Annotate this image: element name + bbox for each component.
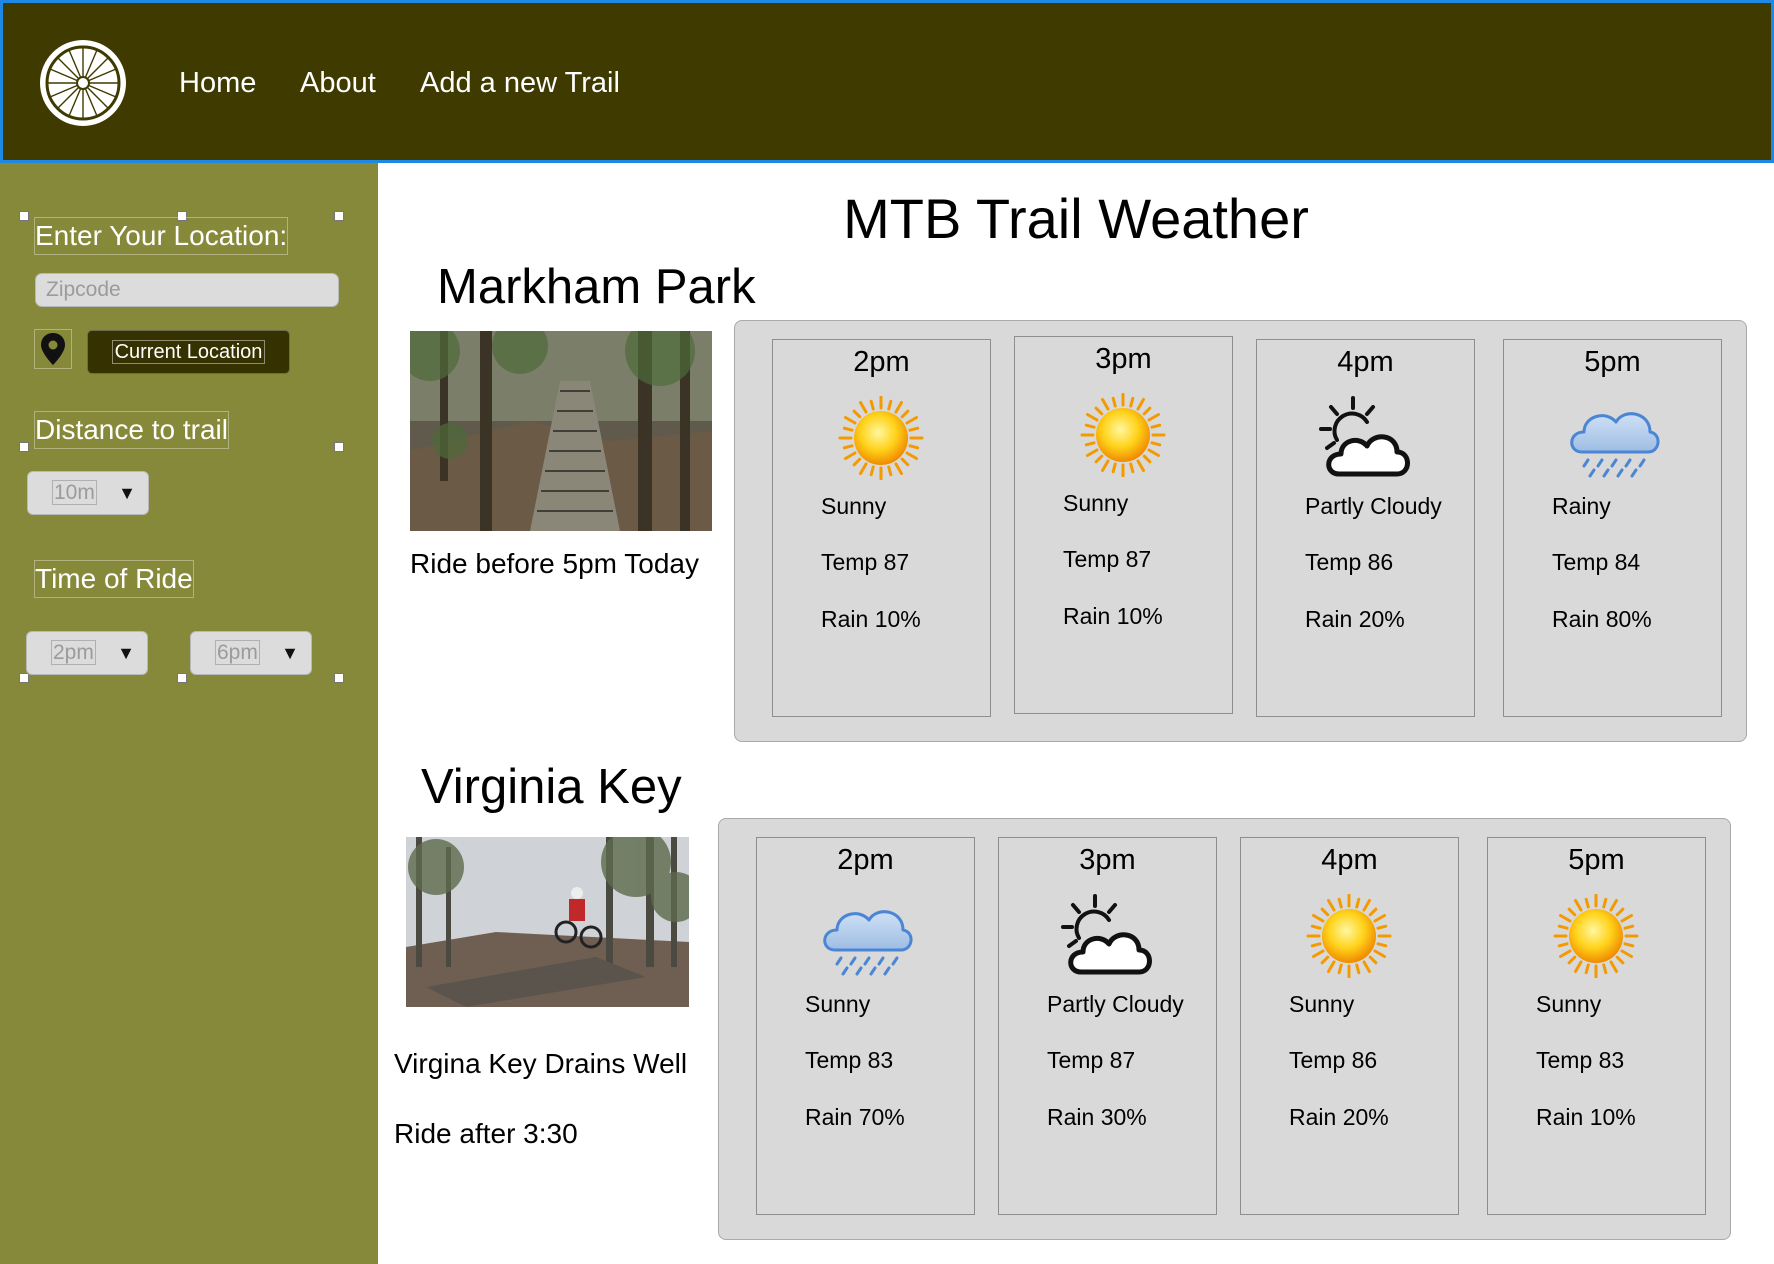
forecast-temp: Temp 86 — [1289, 1047, 1378, 1073]
forecast-card: 5pm Sunny Temp 83 Rain 10% — [1487, 837, 1706, 1215]
forecast-time: 4pm — [1321, 844, 1378, 876]
selection-handle — [177, 673, 187, 683]
location-pin-button[interactable] — [34, 329, 72, 369]
forecast-temp: Temp 83 — [1536, 1047, 1625, 1073]
sun-icon — [1548, 893, 1644, 979]
zipcode-input[interactable]: Zipcode — [35, 273, 339, 307]
current-location-button[interactable]: Current Location — [87, 330, 290, 374]
forecast-temp: Temp 84 — [1552, 549, 1641, 575]
forecast-condition: Partly Cloudy — [1305, 493, 1442, 519]
selection-handle — [19, 442, 29, 452]
trail-note: Ride before 5pm Today — [410, 548, 699, 579]
location-label: Enter Your Location: — [34, 217, 289, 255]
time-to-select[interactable]: 6pm ▼ — [190, 631, 312, 675]
forecast-card: 2pm Sunny Temp 87 Rain 10% — [772, 339, 991, 717]
sun-icon — [1301, 893, 1397, 979]
forecast-rain: Rain 10% — [821, 606, 921, 632]
time-from-value: 2pm — [51, 640, 96, 665]
selection-handle — [334, 442, 344, 452]
bike-wheel-logo-icon[interactable] — [37, 37, 129, 129]
forecast-card: 4pm Sunny Temp 86 Rain 20% — [1240, 837, 1459, 1215]
forecast-card: 4pm Partly Cloudy Temp 86 Rain 20% — [1256, 339, 1475, 717]
distance-value: 10m — [52, 480, 97, 505]
selection-handle — [19, 211, 29, 221]
forecast-rain: Rain 10% — [1063, 603, 1163, 629]
time-from-select[interactable]: 2pm ▼ — [26, 631, 148, 675]
selection-handle — [19, 673, 29, 683]
forecast-temp: Temp 86 — [1305, 549, 1394, 575]
sun-icon — [833, 395, 929, 481]
nav-about-link[interactable]: About — [300, 67, 376, 100]
map-pin-icon — [41, 333, 65, 365]
forecast-rain: Rain 10% — [1536, 1104, 1636, 1130]
top-nav-bar: Home About Add a new Trail — [0, 0, 1774, 163]
forecast-temp: Temp 87 — [1063, 546, 1152, 572]
forecast-condition: Sunny — [821, 493, 887, 519]
time-of-ride-label: Time of Ride — [34, 560, 194, 598]
rain-cloud-icon — [1564, 396, 1660, 480]
dropdown-arrow-icon: ▼ — [118, 483, 136, 503]
dropdown-arrow-icon: ▼ — [117, 643, 135, 663]
forecast-panel-virginia-key: 2pm Sunny Temp 83 Rain 70% 3pm Partly Cl… — [718, 818, 1731, 1240]
forecast-time: 3pm — [1095, 343, 1152, 375]
forecast-card: 2pm Sunny Temp 83 Rain 70% — [756, 837, 975, 1215]
search-sidebar: Enter Your Location: Zipcode Current Loc… — [0, 163, 378, 1264]
forecast-condition: Partly Cloudy — [1047, 991, 1184, 1017]
forecast-condition: Rainy — [1552, 493, 1611, 519]
forecast-condition: Sunny — [805, 991, 871, 1017]
rain-cloud-icon — [817, 894, 913, 978]
forecast-card: 5pm Rainy Temp 84 Rain 80% — [1503, 339, 1722, 717]
current-location-label: Current Location — [111, 340, 266, 364]
selection-handle — [334, 673, 344, 683]
forecast-rain: Rain 20% — [1289, 1104, 1389, 1130]
forecast-rain: Rain 20% — [1305, 606, 1405, 632]
trail-photo-markham — [410, 331, 712, 531]
trail-name-markham: Markham Park — [437, 260, 756, 314]
partly-cloudy-icon — [1059, 894, 1155, 978]
distance-select[interactable]: 10m ▼ — [27, 471, 149, 515]
forecast-rain: Rain 80% — [1552, 606, 1652, 632]
forecast-temp: Temp 87 — [1047, 1047, 1136, 1073]
trail-note: Virgina Key Drains Well — [394, 1048, 688, 1079]
forecast-rain: Rain 30% — [1047, 1104, 1147, 1130]
nav-add-trail-link[interactable]: Add a new Trail — [420, 67, 620, 100]
forecast-time: 4pm — [1337, 346, 1394, 378]
trail-name-virginia-key: Virginia Key — [421, 760, 682, 814]
forecast-time: 5pm — [1584, 346, 1641, 378]
forecast-time: 3pm — [1079, 844, 1136, 876]
selection-handle — [334, 211, 344, 221]
page-title: MTB Trail Weather — [843, 187, 1309, 250]
forecast-condition: Sunny — [1063, 490, 1129, 516]
forecast-condition: Sunny — [1536, 991, 1602, 1017]
forecast-temp: Temp 87 — [821, 549, 910, 575]
forecast-time: 5pm — [1568, 844, 1625, 876]
dropdown-arrow-icon: ▼ — [281, 643, 299, 663]
nav-home-link[interactable]: Home — [179, 67, 256, 100]
time-to-value: 6pm — [215, 640, 260, 665]
forecast-panel-markham: 2pm Sunny Temp 87 Rain 10% 3pm Sunny Tem… — [734, 320, 1747, 742]
partly-cloudy-icon — [1317, 396, 1413, 480]
trail-note: Ride after 3:30 — [394, 1118, 578, 1149]
forecast-card: 3pm Partly Cloudy Temp 87 Rain 30% — [998, 837, 1217, 1215]
distance-label: Distance to trail — [34, 411, 229, 449]
forecast-time: 2pm — [853, 346, 910, 378]
trail-photo-virginia-key — [406, 837, 689, 1007]
sun-icon — [1075, 392, 1171, 478]
forecast-time: 2pm — [837, 844, 894, 876]
forecast-temp: Temp 83 — [805, 1047, 894, 1073]
forecast-condition: Sunny — [1289, 991, 1355, 1017]
forecast-rain: Rain 70% — [805, 1104, 905, 1130]
forecast-card: 3pm Sunny Temp 87 Rain 10% — [1014, 336, 1233, 714]
